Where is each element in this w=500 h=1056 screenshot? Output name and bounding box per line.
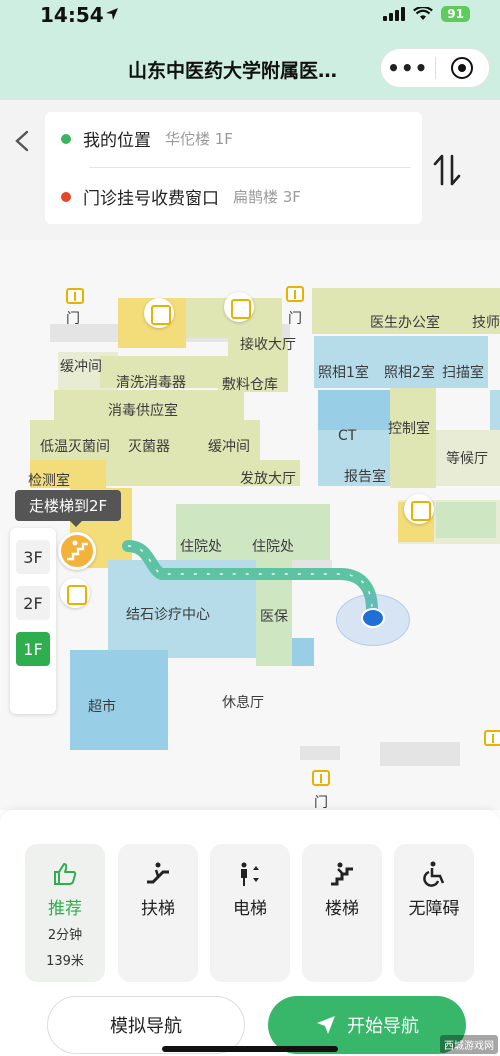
destination-dot-icon: [61, 191, 71, 202]
escalator-icon: [147, 862, 169, 884]
mode-label: 无障碍: [408, 899, 460, 919]
floor-tip-bubble: 走楼梯到2F: [15, 490, 122, 527]
mode-label: 推荐: [48, 899, 82, 919]
map-label: 控制室: [388, 421, 430, 437]
map-label: 报告室: [344, 469, 386, 485]
page-title: 山东中医药大学附属医…: [128, 60, 338, 82]
status-indicators: 91: [383, 6, 470, 22]
map-label: 休息厅: [222, 695, 264, 711]
destination-name: 门诊挂号收费窗口: [83, 189, 219, 209]
map-label: 住院处: [252, 539, 294, 555]
map-label: 缓冲间: [208, 439, 250, 455]
map-label: 照相2室: [384, 365, 435, 381]
navigation-arrow-icon: [317, 1016, 335, 1034]
origin-dot-icon: [61, 133, 71, 144]
mode-label: 楼梯: [325, 899, 359, 919]
mode-escalator[interactable]: 扶梯: [118, 844, 198, 982]
mode-label: 扶梯: [141, 899, 175, 919]
destination-row[interactable]: 门诊挂号收费窗口 扁鹊楼 3F: [61, 184, 301, 209]
location-arrow-icon: [106, 8, 118, 20]
map-label: 结石诊疗中心: [126, 607, 210, 623]
my-location-marker: [361, 608, 385, 628]
map-label: 接收大厅: [240, 337, 296, 353]
route-divider: [89, 167, 411, 168]
mode-label: 电梯: [233, 899, 267, 919]
close-button[interactable]: [435, 57, 489, 79]
map-label: 门: [314, 795, 328, 810]
elevator-icon: [241, 862, 259, 886]
battery-indicator: 91: [441, 6, 470, 22]
map-label: 扫描室: [442, 365, 484, 381]
map-label: 超市: [88, 699, 116, 715]
map-label: 清洗消毒器: [116, 375, 186, 391]
stairs-icon: [331, 862, 353, 886]
map-label: 缓冲间: [60, 359, 102, 375]
back-arrow-icon[interactable]: [10, 124, 34, 158]
floor-picker: 3F 2F 1F: [10, 528, 56, 714]
map-label: 敷料仓库: [222, 377, 278, 393]
start-navigation-label: 开始导航: [347, 1016, 419, 1037]
mode-accessible[interactable]: 无障碍: [394, 844, 474, 982]
elevator-pin-icon[interactable]: [224, 292, 254, 322]
swap-direction-icon[interactable]: [430, 150, 464, 190]
stairs-marker-icon[interactable]: [58, 532, 96, 570]
map-label: 住院处: [180, 539, 222, 555]
mode-elevator[interactable]: 电梯: [210, 844, 290, 982]
map-label: 发放大厅: [240, 471, 296, 487]
status-time: 14:54: [40, 3, 104, 27]
floor-button-2f[interactable]: 2F: [16, 586, 50, 620]
cellular-signal-icon: [383, 7, 406, 21]
home-indicator: [162, 1046, 338, 1052]
map-label: 照相1室: [318, 365, 369, 381]
door-icon: [286, 286, 304, 302]
mini-program-capsule: •••: [380, 48, 490, 88]
map-label: 灭菌器: [128, 439, 170, 455]
map-label: CT: [338, 428, 357, 444]
origin-building: 华佗楼 1F: [165, 130, 233, 148]
elevator-pin-icon[interactable]: [60, 578, 90, 608]
thumbs-up-icon: [54, 863, 77, 885]
map-label: 低温灭菌间: [40, 439, 110, 455]
origin-row[interactable]: 我的位置 华佗楼 1F: [61, 126, 233, 151]
map-label: 门: [288, 311, 302, 327]
mode-distance: 139米: [46, 954, 84, 969]
map-label: 消毒供应室: [108, 403, 178, 419]
floor-button-3f[interactable]: 3F: [16, 540, 50, 574]
watermark: 西城游戏网: [440, 1035, 498, 1054]
door-icon: [66, 288, 84, 304]
indoor-map[interactable]: 门 门 医生办公室 技师 接收大厅 缓冲间 清洗消毒器 敷料仓库 消毒供应室 低…: [0, 240, 500, 810]
mode-stairs[interactable]: 楼梯: [302, 844, 382, 982]
stairs-pin-icon[interactable]: [144, 298, 174, 328]
route-card: 我的位置 华佗楼 1F 门诊挂号收费窗口 扁鹊楼 3F: [45, 112, 422, 224]
origin-name: 我的位置: [83, 131, 151, 151]
elevator-pin-icon[interactable]: [404, 494, 434, 524]
more-dots-icon[interactable]: •••: [381, 56, 435, 80]
wifi-icon: [413, 7, 434, 20]
map-label: 门: [66, 311, 80, 327]
target-circle-icon: [451, 57, 474, 79]
map-label: 技师: [472, 315, 500, 331]
status-bar: 14:54 91: [0, 0, 500, 34]
mode-recommended[interactable]: 推荐 2分钟 139米: [25, 844, 105, 982]
map-label: 等候厅: [446, 451, 488, 467]
mode-time: 2分钟: [47, 928, 83, 943]
route-header: 我的位置 华佗楼 1F 门诊挂号收费窗口 扁鹊楼 3F: [0, 100, 500, 240]
wheelchair-icon: [423, 861, 445, 887]
map-label: 检测室: [28, 473, 70, 489]
navigation-panel: 推荐 2分钟 139米 扶梯 电梯 楼梯 无障碍 模拟导航 开始导航 西城游戏网: [0, 810, 500, 1056]
door-icon: [484, 730, 500, 746]
floor-button-1f[interactable]: 1F: [16, 632, 50, 666]
destination-building: 扁鹊楼 3F: [233, 188, 301, 206]
door-icon: [312, 770, 330, 786]
title-bar: 山东中医药大学附属医… •••: [0, 34, 500, 100]
stairs-person-icon: [67, 540, 88, 561]
map-label: 医保: [260, 609, 288, 625]
map-label: 医生办公室: [370, 315, 440, 331]
